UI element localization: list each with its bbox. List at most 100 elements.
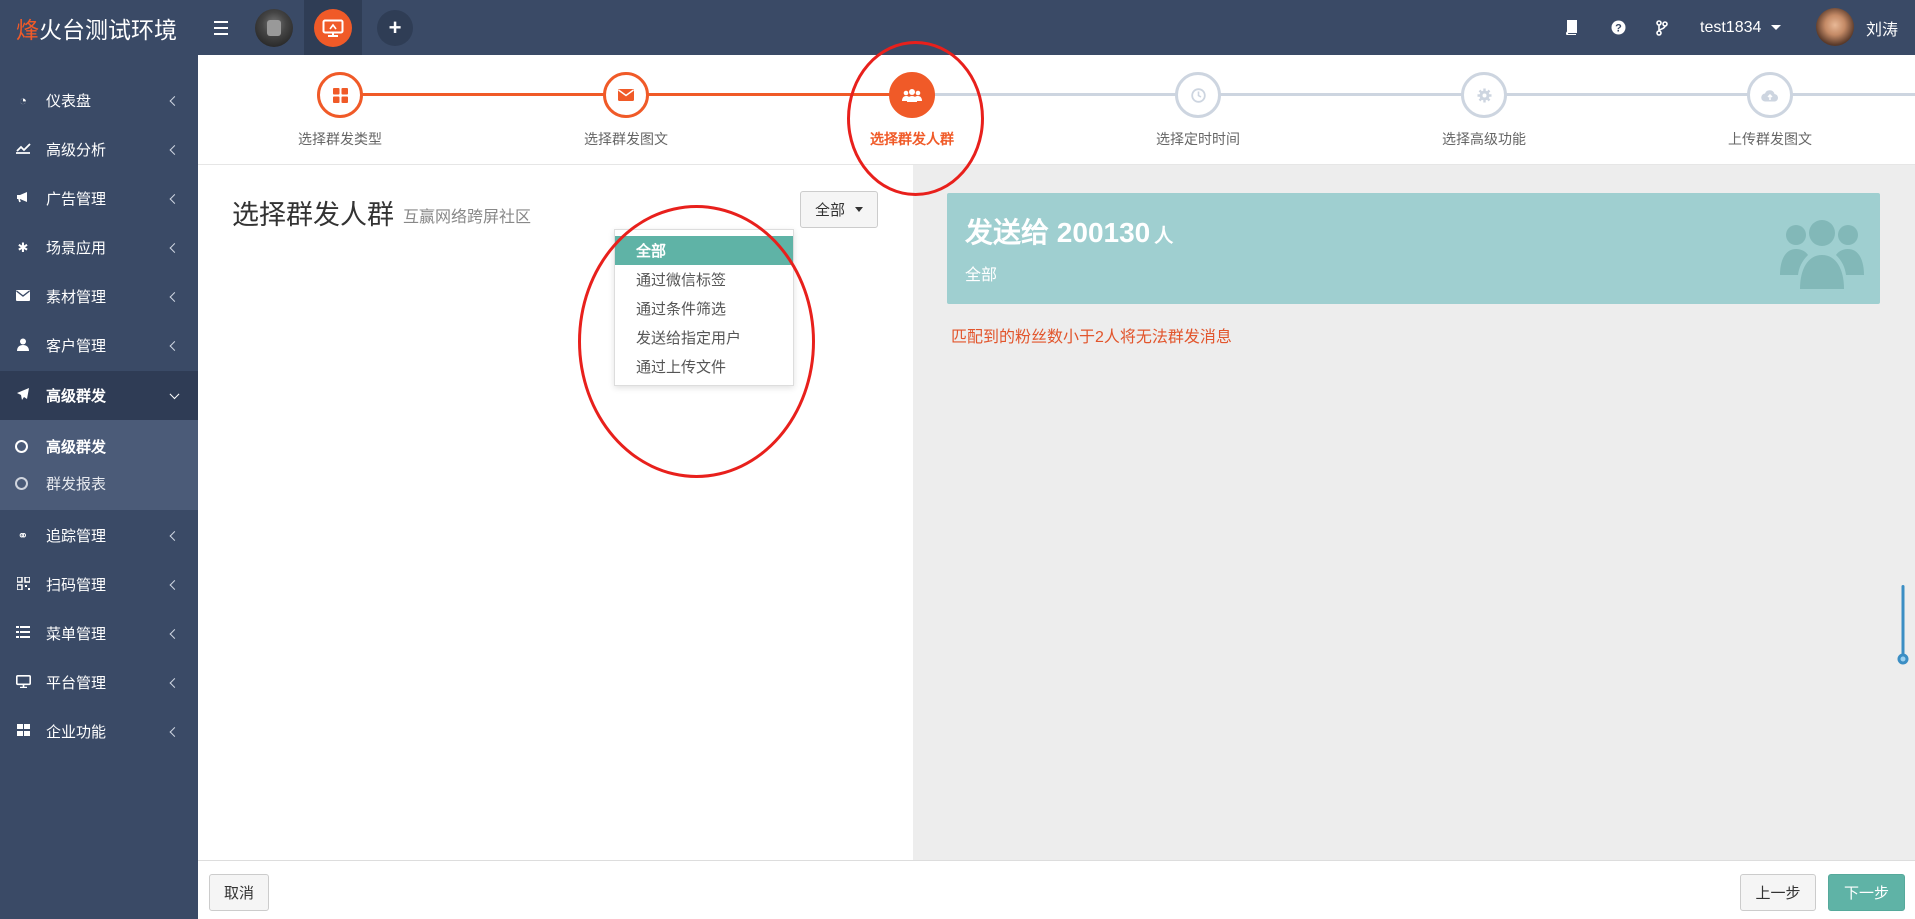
sidebar-item-analysis[interactable]: 高级分析	[0, 125, 198, 174]
sidebar: ◔ 仪表盘 高级分析 广告管理 ✱ 场景应用 素材管理 客户管理 高级群发 高级…	[0, 55, 198, 919]
option-by-condition[interactable]: 通过条件筛选	[615, 294, 793, 323]
circle-icon	[15, 440, 28, 453]
step-label: 选择定时时间	[1156, 131, 1240, 147]
sidebar-item-dashboard[interactable]: ◔ 仪表盘	[0, 76, 198, 125]
avatar[interactable]	[1816, 8, 1854, 46]
option-specific-users[interactable]: 发送给指定用户	[615, 323, 793, 352]
app-brand[interactable]: 烽火台测试环境	[0, 0, 198, 55]
option-upload-file[interactable]: 通过上传文件	[615, 352, 793, 381]
branch-icon[interactable]	[1651, 0, 1673, 55]
sidebar-item-enterprise[interactable]: 企业功能	[0, 707, 198, 756]
step-select-time[interactable]: 选择定时时间	[1098, 72, 1298, 149]
sidebar-item-menu[interactable]: 菜单管理	[0, 609, 198, 658]
sidebar-item-materials[interactable]: 素材管理	[0, 272, 198, 321]
menu-toggle-button[interactable]	[208, 0, 234, 55]
user-icon	[14, 338, 32, 354]
sidebar-item-label: 素材管理	[46, 289, 107, 306]
chevron-left-icon	[169, 628, 180, 639]
chevron-left-icon	[169, 579, 180, 590]
help-icon[interactable]: ?	[1607, 0, 1629, 55]
step-label: 上传群发图文	[1728, 131, 1812, 147]
count-unit: 人	[1154, 226, 1174, 247]
sidebar-item-customers[interactable]: 客户管理	[0, 321, 198, 370]
sidebar-submenu: 高级群发 群发报表	[0, 420, 198, 510]
audience-dropdown-button[interactable]: 全部	[800, 191, 878, 228]
account-name: 互赢网络跨屏社区	[403, 209, 532, 226]
step-select-article[interactable]: 选择群发图文	[526, 72, 726, 149]
lock-icon	[255, 8, 293, 47]
sidebar-subitem-label: 群发报表	[46, 476, 107, 493]
dropdown-value: 全部	[814, 202, 845, 219]
warning-message: 匹配到的粉丝数小于2人将无法群发消息	[951, 329, 1232, 346]
sidebar-item-ads[interactable]: 广告管理	[0, 174, 198, 223]
step-upload-article[interactable]: 上传群发图文	[1670, 72, 1870, 149]
sidebar-item-label: 场景应用	[46, 240, 107, 257]
list-icon	[14, 626, 32, 641]
next-step-button[interactable]: 下一步	[1828, 874, 1905, 911]
chevron-left-icon	[169, 242, 180, 253]
chevron-left-icon	[169, 340, 180, 351]
recipient-count: 发送给 200130 人	[965, 211, 1173, 251]
screen-icon	[314, 8, 352, 47]
audience-select-panel: 选择群发人群 互赢网络跨屏社区 全部 全部 通过微信标签 通过条件筛选 发送给指…	[198, 165, 913, 860]
sidebar-item-mass-send[interactable]: 高级群发	[0, 371, 198, 420]
recipient-count-box: 发送给 200130 人 全部	[947, 193, 1880, 304]
svg-text:?: ?	[1615, 23, 1622, 35]
sidebar-item-scenes[interactable]: ✱ 场景应用	[0, 223, 198, 272]
username-label: test1834	[1700, 18, 1762, 36]
envelope-icon	[14, 289, 32, 304]
add-app-button[interactable]: +	[375, 0, 415, 55]
step-select-type[interactable]: 选择群发类型	[240, 72, 440, 149]
grid-icon	[317, 72, 363, 118]
send-prefix: 发送给	[965, 217, 1050, 248]
step-select-advanced[interactable]: 选择高级功能	[1384, 72, 1584, 149]
recipient-scope: 全部	[965, 267, 998, 284]
bullhorn-icon	[14, 191, 32, 206]
plus-icon: +	[377, 9, 413, 46]
sidebar-item-platform[interactable]: 平台管理	[0, 658, 198, 707]
top-bar: 烽火台测试环境 + ? test1834 刘涛	[0, 0, 1915, 55]
users-icon	[1780, 209, 1864, 289]
user-display-name[interactable]: 刘涛	[1866, 0, 1898, 55]
app-switch-active[interactable]	[304, 0, 362, 55]
sidebar-subitem-report[interactable]: 群发报表	[0, 465, 198, 502]
option-by-wechat-tag[interactable]: 通过微信标签	[615, 265, 793, 294]
dashboard-icon: ◔	[19, 93, 27, 108]
username-dropdown[interactable]: test1834	[1700, 0, 1782, 55]
paper-plane-icon	[14, 387, 32, 404]
chevron-left-icon	[169, 530, 180, 541]
step-select-audience[interactable]: 选择群发人群	[812, 72, 1012, 149]
brand-title: 火台测试环境	[39, 16, 177, 43]
sidebar-item-qrcode[interactable]: 扫码管理	[0, 560, 198, 609]
sidebar-item-label: 平台管理	[46, 675, 107, 692]
chevron-left-icon	[169, 144, 180, 155]
sidebar-item-label: 企业功能	[46, 724, 107, 741]
page-title: 选择群发人群	[232, 200, 394, 230]
option-all[interactable]: 全部	[615, 236, 793, 265]
sidebar-item-tracking[interactable]: ⚭ 追踪管理	[0, 511, 198, 560]
sidebar-subitem-mass-send[interactable]: 高级群发	[0, 428, 198, 465]
step-label: 选择高级功能	[1442, 131, 1526, 147]
users-icon	[889, 72, 935, 118]
line-chart-icon	[14, 142, 32, 157]
sidebar-subitem-label: 高级群发	[46, 439, 107, 456]
app-switch-locked[interactable]	[254, 0, 294, 55]
sidebar-item-label: 扫码管理	[46, 577, 107, 594]
book-icon[interactable]	[1560, 0, 1582, 55]
chevron-left-icon	[169, 677, 180, 688]
scrollbar-handle[interactable]	[1897, 585, 1909, 667]
gear-icon: ✱	[17, 239, 29, 255]
qrcode-icon	[14, 575, 32, 593]
chevron-left-icon	[169, 291, 180, 302]
chevron-left-icon	[169, 726, 180, 737]
count-value: 200130	[1056, 217, 1151, 248]
chevron-down-icon	[169, 388, 180, 399]
cancel-button[interactable]: 取消	[209, 874, 269, 911]
sidebar-item-label: 高级群发	[46, 388, 107, 405]
footer-bar: 取消 上一步 下一步	[198, 860, 1915, 919]
cloud-upload-icon	[1747, 72, 1793, 118]
hamburger-icon	[214, 19, 228, 37]
audience-dropdown-menu: 全部 通过微信标签 通过条件筛选 发送给指定用户 通过上传文件	[614, 229, 794, 386]
circle-icon	[15, 477, 28, 490]
previous-step-button[interactable]: 上一步	[1740, 874, 1816, 911]
